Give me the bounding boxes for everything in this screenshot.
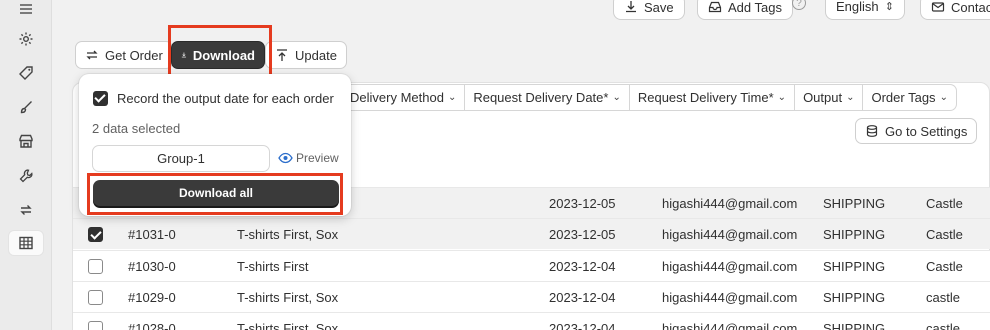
download-icon bbox=[181, 52, 187, 58]
gear-icon[interactable] bbox=[8, 26, 44, 52]
table-icon[interactable] bbox=[8, 230, 44, 256]
filter-output[interactable]: Output ⌄ bbox=[795, 84, 864, 111]
filter-label: Request Delivery Time* bbox=[637, 90, 774, 105]
order-date: 2023-12-04 bbox=[549, 321, 616, 330]
filter-label: Order Tags bbox=[871, 90, 936, 105]
side-navigation bbox=[0, 0, 52, 330]
filter-request-delivery-time[interactable]: Request Delivery Time* ⌄ bbox=[629, 84, 796, 111]
table-row[interactable]: #1028-0 T-shirts First, Sox 2023-12-04 h… bbox=[73, 312, 990, 330]
customer-email: higashi444@gmail.com bbox=[662, 227, 798, 242]
database-icon bbox=[866, 125, 878, 137]
delivery-method: SHIPPING bbox=[823, 321, 886, 330]
add-tags-button[interactable]: Add Tags bbox=[697, 0, 793, 20]
table-row[interactable]: #1029-0 T-shirts First, Sox 2023-12-04 h… bbox=[73, 281, 990, 312]
customer-email: higashi444@gmail.com bbox=[662, 290, 798, 305]
menu-icon[interactable] bbox=[8, 0, 44, 22]
filter-label: Request Delivery Date* bbox=[473, 90, 609, 105]
language-select[interactable]: English ⇕ bbox=[825, 0, 905, 20]
inbox-icon bbox=[708, 1, 722, 13]
delivery-method: SHIPPING bbox=[823, 259, 886, 274]
contact-label: Contact bbox=[951, 0, 990, 15]
chevron-down-icon: ⌄ bbox=[612, 92, 621, 103]
order-items: T-shirts First, Sox bbox=[237, 227, 339, 242]
add-tags-label: Add Tags bbox=[728, 0, 782, 15]
delivery-method: SHIPPING bbox=[823, 290, 886, 305]
store-icon[interactable] bbox=[8, 128, 44, 154]
order-date: 2023-12-04 bbox=[549, 290, 616, 305]
eye-icon bbox=[278, 152, 293, 164]
save-label: Save bbox=[644, 0, 674, 15]
record-output-checkbox[interactable] bbox=[93, 91, 108, 106]
preview-link[interactable]: Preview bbox=[278, 151, 339, 165]
selected-count: 2 data selected bbox=[92, 121, 181, 136]
language-value: English bbox=[836, 0, 879, 14]
get-order-label: Get Order bbox=[105, 47, 163, 63]
download-all-button[interactable]: Download all bbox=[93, 180, 339, 206]
upload-icon bbox=[277, 49, 287, 61]
order-date: 2023-12-05 bbox=[549, 227, 616, 242]
filter-bar: Delivery Method ⌄ Request Delivery Date* ⌄… bbox=[341, 84, 957, 111]
order-items: T-shirts First, Sox bbox=[237, 321, 339, 330]
chevron-down-icon: ⌄ bbox=[447, 92, 457, 103]
chevron-down-icon: ⌄ bbox=[939, 92, 948, 103]
wrench-icon[interactable] bbox=[8, 163, 44, 189]
updown-icon: ⇕ bbox=[884, 0, 894, 13]
order-date: 2023-12-05 bbox=[549, 196, 616, 211]
carrier: castle bbox=[926, 321, 960, 330]
order-number[interactable]: #1031-0 bbox=[128, 227, 176, 242]
carrier: Castle bbox=[926, 259, 963, 274]
table-row[interactable]: #1030-0 T-shirts First 2023-12-04 higash… bbox=[73, 250, 990, 281]
save-icon bbox=[626, 1, 636, 13]
group-select[interactable]: Group-1 bbox=[92, 145, 270, 172]
chevron-down-icon: ⌄ bbox=[777, 92, 787, 103]
delivery-method: SHIPPING bbox=[823, 227, 886, 242]
update-label: Update bbox=[295, 47, 337, 63]
mail-icon bbox=[931, 2, 945, 12]
download-label: Download bbox=[192, 47, 255, 63]
refresh-icon bbox=[86, 50, 98, 60]
tag-icon[interactable] bbox=[8, 60, 44, 86]
order-number[interactable]: #1028-0 bbox=[128, 321, 176, 330]
go-to-settings-button[interactable]: Go to Settings bbox=[855, 118, 978, 144]
order-date: 2023-12-04 bbox=[549, 259, 616, 274]
order-number[interactable]: #1029-0 bbox=[128, 290, 176, 305]
filter-request-delivery-date[interactable]: Request Delivery Date* ⌄ bbox=[465, 84, 630, 111]
chevron-down-icon: ⌄ bbox=[846, 92, 855, 103]
carrier: castle bbox=[926, 290, 960, 305]
row-checkbox[interactable] bbox=[88, 321, 103, 330]
filter-order-tags[interactable]: Order Tags ⌄ bbox=[863, 84, 957, 111]
help-icon[interactable]: ? bbox=[792, 0, 806, 10]
filter-delivery-method[interactable]: Delivery Method ⌄ bbox=[341, 84, 466, 111]
customer-email: higashi444@gmail.com bbox=[662, 259, 798, 274]
delivery-method: SHIPPING bbox=[823, 196, 886, 211]
save-button[interactable]: Save bbox=[613, 0, 685, 20]
download-button[interactable]: Download bbox=[171, 41, 265, 69]
order-number[interactable]: #1030-0 bbox=[128, 259, 176, 274]
row-checkbox[interactable] bbox=[88, 259, 103, 274]
contact-button[interactable]: Contact bbox=[920, 0, 990, 20]
customer-email: higashi444@gmail.com bbox=[662, 321, 798, 330]
row-checkbox[interactable] bbox=[88, 290, 103, 305]
carrier: Castle bbox=[926, 227, 963, 242]
brush-icon[interactable] bbox=[8, 94, 44, 120]
record-output-label[interactable]: Record the output date for each order bbox=[117, 91, 334, 106]
go-to-settings-label: Go to Settings bbox=[885, 123, 968, 139]
order-items: T-shirts First, Sox bbox=[237, 290, 339, 305]
get-order-button[interactable]: Get Order bbox=[75, 41, 173, 69]
filter-label: Output bbox=[803, 90, 843, 105]
download-popover: Record the output date for each order 2 … bbox=[79, 74, 351, 216]
table-row[interactable]: #1031-0 T-shirts First, Sox 2023-12-05 h… bbox=[73, 218, 990, 249]
filter-label: Delivery Method bbox=[350, 90, 444, 105]
preview-label: Preview bbox=[296, 151, 339, 165]
row-checkbox[interactable] bbox=[88, 227, 103, 242]
update-button[interactable]: Update bbox=[265, 41, 347, 69]
carrier: Castle bbox=[926, 196, 963, 211]
order-items: T-shirts First bbox=[237, 259, 309, 274]
customer-email: higashi444@gmail.com bbox=[662, 196, 798, 211]
sync-icon[interactable] bbox=[8, 197, 44, 223]
